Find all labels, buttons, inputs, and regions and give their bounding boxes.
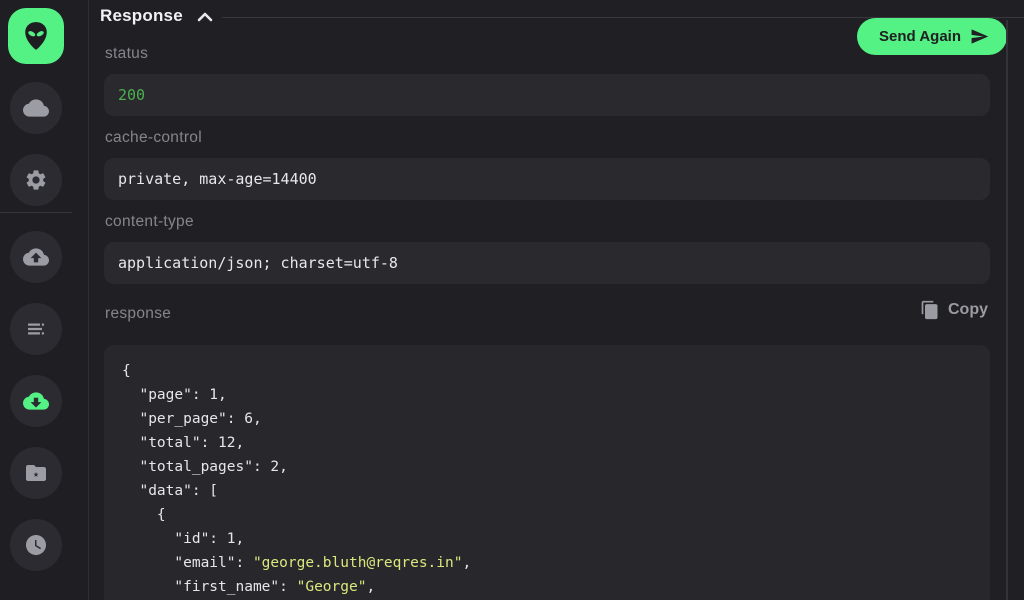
response-title: Response <box>100 6 183 26</box>
chevron-up-icon[interactable] <box>197 11 213 23</box>
content-type-value-field[interactable]: application/json; charset=utf-8 <box>104 242 990 284</box>
gear-icon <box>24 168 48 192</box>
list-icon <box>24 317 48 341</box>
status-label: status <box>105 45 148 63</box>
sidebar-item-settings[interactable] <box>10 154 62 206</box>
send-icon <box>970 27 989 46</box>
sidebar-divider <box>0 212 72 213</box>
send-again-button[interactable]: Send Again <box>857 18 1007 55</box>
status-value-field[interactable]: 200 <box>104 74 990 116</box>
response-section: Response Send Again status 200 cache-con… <box>89 0 1024 600</box>
cache-control-label: cache-control <box>105 129 202 147</box>
cloud-download-icon <box>23 388 49 414</box>
scrollbar[interactable] <box>1006 20 1008 600</box>
copy-icon <box>920 300 940 320</box>
sidebar-item-cloud[interactable] <box>10 82 62 134</box>
cloud-upload-icon <box>23 244 49 270</box>
response-header: Response <box>100 6 213 26</box>
alien-icon <box>19 19 53 53</box>
sidebar-item-history[interactable] <box>10 519 62 571</box>
response-body-panel[interactable]: { "page": 1, "per_page": 6, "total": 12,… <box>104 345 990 600</box>
cloud-icon <box>23 95 49 121</box>
clock-icon <box>24 533 48 557</box>
folder-star-icon <box>24 461 48 485</box>
cache-control-value-field[interactable]: private, max-age=14400 <box>104 158 990 200</box>
send-again-label: Send Again <box>879 28 961 45</box>
sidebar-item-download[interactable] <box>10 375 62 427</box>
copy-button[interactable]: Copy <box>920 300 988 320</box>
sidebar-item-upload[interactable] <box>10 231 62 283</box>
app-logo-button[interactable] <box>8 8 64 64</box>
response-label: response <box>105 305 171 323</box>
content-type-label: content-type <box>105 213 194 231</box>
sidebar <box>0 0 89 600</box>
copy-label: Copy <box>948 301 988 319</box>
sidebar-item-list[interactable] <box>10 303 62 355</box>
sidebar-item-collections[interactable] <box>10 447 62 499</box>
response-body: { "page": 1, "per_page": 6, "total": 12,… <box>122 359 972 599</box>
